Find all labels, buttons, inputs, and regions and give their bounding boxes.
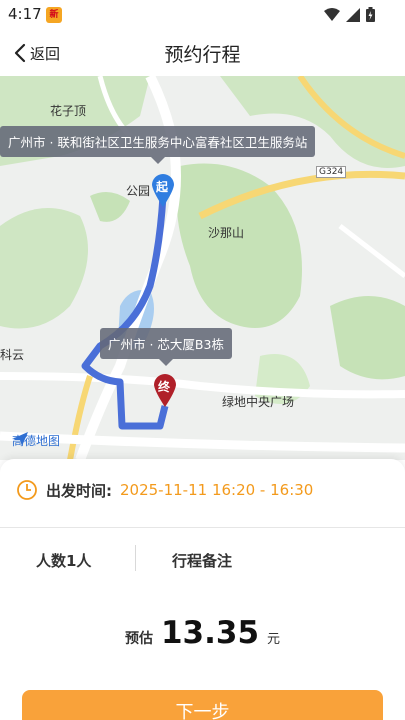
wifi-icon [324, 7, 340, 21]
map-provider-logo: 高德地图 [12, 432, 60, 449]
divider [0, 527, 405, 528]
status-icons [324, 7, 375, 22]
nav-header: 返回 预约行程 [0, 30, 405, 76]
page-title: 预约行程 [164, 44, 241, 66]
signal-icon [346, 7, 360, 22]
start-marker-label: 起 [156, 180, 169, 194]
app-notification-icon: 新 [46, 7, 62, 23]
clock-icon [17, 480, 37, 500]
map-logo-icon [12, 432, 28, 446]
price-label: 预估 [124, 631, 153, 647]
depart-label: 出发时间: [46, 481, 112, 500]
price-unit: 元 [267, 632, 281, 647]
start-location-tooltip[interactable]: 广州市 · 联和街社区卫生服务中心富春社区卫生服务站 [0, 126, 316, 164]
map-label-g324: G324 [316, 166, 347, 178]
status-time: 4:17 [8, 5, 42, 23]
map-label-huazi: 花子顶 [50, 104, 87, 118]
trip-remark-button[interactable]: 行程备注 [172, 550, 232, 571]
passenger-count-button[interactable]: 人数1人 [36, 550, 91, 571]
depart-time-value: 2025-11-11 16:20 - 16:30 [120, 481, 314, 499]
price-value: 13.35 [160, 615, 260, 651]
end-location-tooltip[interactable]: 广州市 · 芯大厦B3栋 [100, 328, 232, 366]
map-label-lvdi: 绿地中央广场 [222, 395, 295, 409]
battery-icon [366, 7, 375, 22]
map-label-keyun: 科云 [0, 348, 25, 362]
status-bar: 4:17 新 [0, 0, 405, 30]
price-estimate: 预估 13.35 元 [0, 615, 405, 651]
depart-time-row[interactable]: 出发时间: 2025-11-11 16:20 - 16:30 [16, 479, 313, 501]
end-marker-label: 终 [158, 380, 171, 394]
map-label-gongyuan: 公园 [126, 184, 151, 198]
trip-sheet: 出发时间: 2025-11-11 16:20 - 16:30 人数1人 行程备注… [0, 459, 405, 720]
next-step-button[interactable]: 下一步 [22, 690, 383, 720]
divider-vertical [135, 545, 136, 571]
route-map[interactable]: 花子顶 公园 沙那山 科云 绿地中央广场 G324 广州市 · 联和街社区卫生服… [0, 76, 405, 460]
map-label-shanashan: 沙那山 [208, 226, 245, 240]
